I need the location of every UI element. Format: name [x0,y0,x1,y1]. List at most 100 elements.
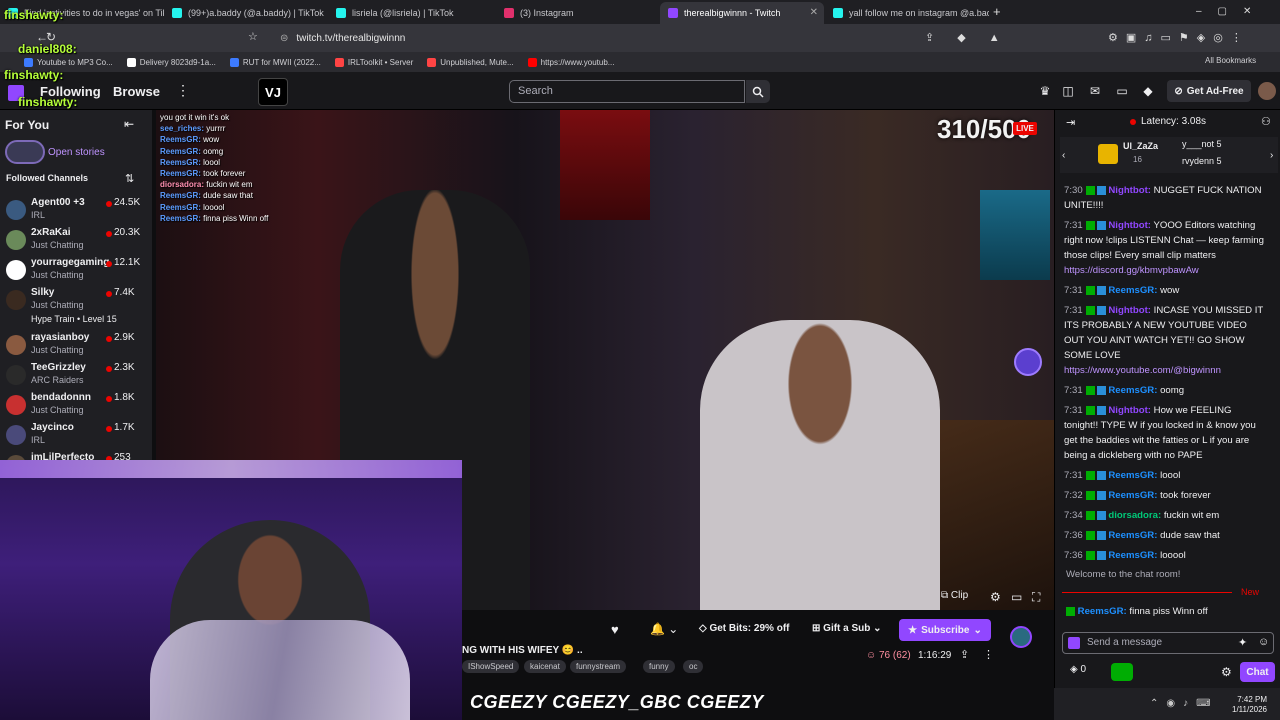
bookmark-item[interactable]: https://www.youtub... [527,57,614,67]
overlay-chat-line: you got it win it's ok [160,112,310,123]
settings-icon[interactable]: ⚙ [990,590,1001,604]
search-input[interactable]: Search [509,80,745,103]
clip-button[interactable]: ⧉ Clip [941,590,968,601]
chat-username[interactable]: diorsadora: [1108,510,1161,521]
crown-icon[interactable]: ♛ [1038,84,1052,98]
extension-icons[interactable]: ⇪ ◆ ▲ [925,31,1010,44]
more-icon[interactable]: ⋮ [176,82,190,99]
claim-points-button[interactable] [1111,663,1133,681]
open-stories-link[interactable]: Open stories [48,147,105,158]
leaderboard-prev-icon[interactable]: ‹ [1062,150,1065,161]
toolbar-icons[interactable]: ⚙▣♫▭⚑◈◎⋮ [1108,31,1250,44]
close-tab-icon[interactable]: ✕ [810,7,818,18]
more-options-icon[interactable]: ⋮ [983,648,994,661]
leaderboard-next-icon[interactable]: › [1270,150,1273,161]
stream-tag[interactable]: oc [683,660,704,673]
channel-viewers: 1.8K [114,392,135,403]
bookmark-item[interactable]: RUT for MWII (2022... [229,57,321,67]
followed-channel-item[interactable]: rayasianboy Just Chatting 2.9K [0,331,152,361]
fullscreen-icon[interactable]: ⛶ [1032,590,1040,605]
stream-tag[interactable]: IShowSpeed [462,660,520,673]
bookmark-item[interactable]: Youtube to MP3 Co... [24,57,113,67]
chat-username[interactable]: Nightbot: [1108,220,1151,231]
follow-heart-icon[interactable]: ♥ [611,622,629,638]
vj-extension-badge[interactable]: VJ [258,78,288,106]
channel-category: Just Chatting [31,405,84,415]
chat-message-last: ReemsGR: finna piss Winn off [1066,606,1208,617]
bookmark-star-icon[interactable]: ☆ [248,30,258,43]
chat-username[interactable]: ReemsGR: [1108,470,1157,481]
inbox-icon[interactable]: ✉ [1088,84,1102,98]
collapse-sidebar-icon[interactable]: ⇤ [124,117,134,131]
chat-username[interactable]: Nightbot: [1108,305,1151,316]
chat-link[interactable]: https://discord.gg/kbmvpbawAw [1064,265,1199,276]
browser-tab[interactable]: (3) Instagram [496,2,660,24]
nav-browse[interactable]: Browse [113,84,160,99]
search-button[interactable] [746,80,770,103]
streamer-avatar[interactable] [1010,626,1032,648]
followed-channel-item[interactable]: TeeGrizzley ARC Raiders 2.3K [0,361,152,391]
get-bits-button[interactable]: ◇ Get Bits: 29% off [699,623,789,634]
emote-picker-icon[interactable]: ☺ [1258,636,1269,648]
notifications-icon[interactable]: ▭ [1115,84,1129,98]
window-controls[interactable]: –▢✕ [1196,6,1267,17]
prime-icon[interactable]: ◫ [1061,84,1075,98]
followed-channel-item[interactable]: Jaycinco IRL 1.7K [0,421,152,451]
browser-tab[interactable]: (99+)a.baddy (@a.baddy) | TikTok [164,2,328,24]
new-tab-button[interactable]: + [993,4,1001,19]
channel-points[interactable]: ◈ 0 [1070,664,1086,675]
followed-channel-item[interactable]: Agent00 +3 IRL 24.5K [0,196,152,226]
user-avatar[interactable] [1258,82,1276,100]
share-icon[interactable]: ⇪ [960,648,969,661]
sort-icon[interactable]: ⇅ [125,172,134,185]
stream-tag[interactable]: kaicenat [524,660,566,673]
followed-channel-item[interactable]: 2xRaKai Just Chatting 20.3K [0,226,152,256]
stories-avatar[interactable] [5,140,45,164]
overlay-chat-user: ReemsGR: [160,213,201,223]
chat-settings-icon[interactable]: ⚙ [1221,665,1232,679]
chat-username[interactable]: ReemsGR: [1108,530,1157,541]
gift-a-sub-button[interactable]: ⊞ Gift a Sub ⌄ [812,623,882,634]
followed-channel-item[interactable]: Silky Just Chatting Hype Train • Level 15 7… [0,286,152,331]
browser-tab[interactable]: therealbigwinnn - Twitch ✕ [660,2,824,24]
chat-link[interactable]: https://www.youtube.com/@bigwinnn [1064,365,1221,376]
chat-username[interactable]: ReemsGR: [1108,285,1157,296]
url-field[interactable]: ⊜ twitch.tv/therealbigwinnn [280,30,980,47]
chat-message-text: dude saw that [1160,530,1220,541]
system-tray-icons[interactable]: ⌃◉♪⌨ [1150,698,1219,709]
chat-send-button[interactable]: Chat [1240,662,1275,682]
chat-username[interactable]: ReemsGR: [1108,385,1157,396]
browser-tab[interactable]: yall follow me on instagram @a.bad [825,2,989,24]
all-bookmarks[interactable]: All Bookmarks [1205,56,1256,65]
browser-tab[interactable]: lisriela (@lisriela) | TikTok [328,2,492,24]
bookmark-item[interactable]: Delivery 8023d9-1a... [126,57,216,67]
stream-tag[interactable]: funnystream [570,660,627,673]
notification-bell-icon[interactable]: 🔔 ⌄ [650,622,678,636]
discord-icon[interactable] [1014,348,1042,376]
bookmark-item[interactable]: Unpublished, Mute... [427,57,514,67]
chat-identity-icon[interactable] [1068,637,1080,649]
theatre-mode-icon[interactable]: ▭ [1011,590,1022,604]
site-info-icon[interactable]: ⊜ [280,33,288,44]
chat-username[interactable]: Nightbot: [1108,185,1151,196]
bits-icon[interactable]: ◆ [1141,84,1155,98]
chat-username[interactable]: ReemsGR: [1108,550,1157,561]
bookmark-item[interactable]: IRLToolkit • Server [334,57,413,67]
followed-channel-item[interactable]: bendadonnn Just Chatting 1.8K [0,391,152,421]
subscriber-badge-icon [1097,305,1107,315]
chat-username[interactable]: ReemsGR: [1108,490,1157,501]
subscribe-button[interactable]: ★ Subscribe ⌄ [899,619,991,641]
person-icon: ☺ [866,650,879,661]
stream-tag[interactable]: funny [643,660,675,673]
collapse-chat-icon[interactable]: ⇥ [1066,116,1075,129]
chat-message: 7:31 Nightbot: YOOO Editors watching rig… [1064,218,1264,278]
overlay-chat-line: ReemsGR: wow [160,134,310,145]
system-clock[interactable]: 7:42 PM 1/11/2026 [1232,695,1267,715]
chat-users-icon[interactable]: ⚇ [1261,115,1271,128]
followed-channel-item[interactable]: yourragegaming Just Chatting 12.1K [0,256,152,286]
chat-username[interactable]: ReemsGR: [1078,606,1127,617]
tab-title: (99+)a.baddy (@a.baddy) | TikTok [188,8,324,18]
get-ad-free-button[interactable]: ⊘ Get Ad-Free [1167,80,1251,102]
bits-cheer-icon[interactable]: ✦ [1238,636,1247,649]
chat-username[interactable]: Nightbot: [1108,405,1151,416]
